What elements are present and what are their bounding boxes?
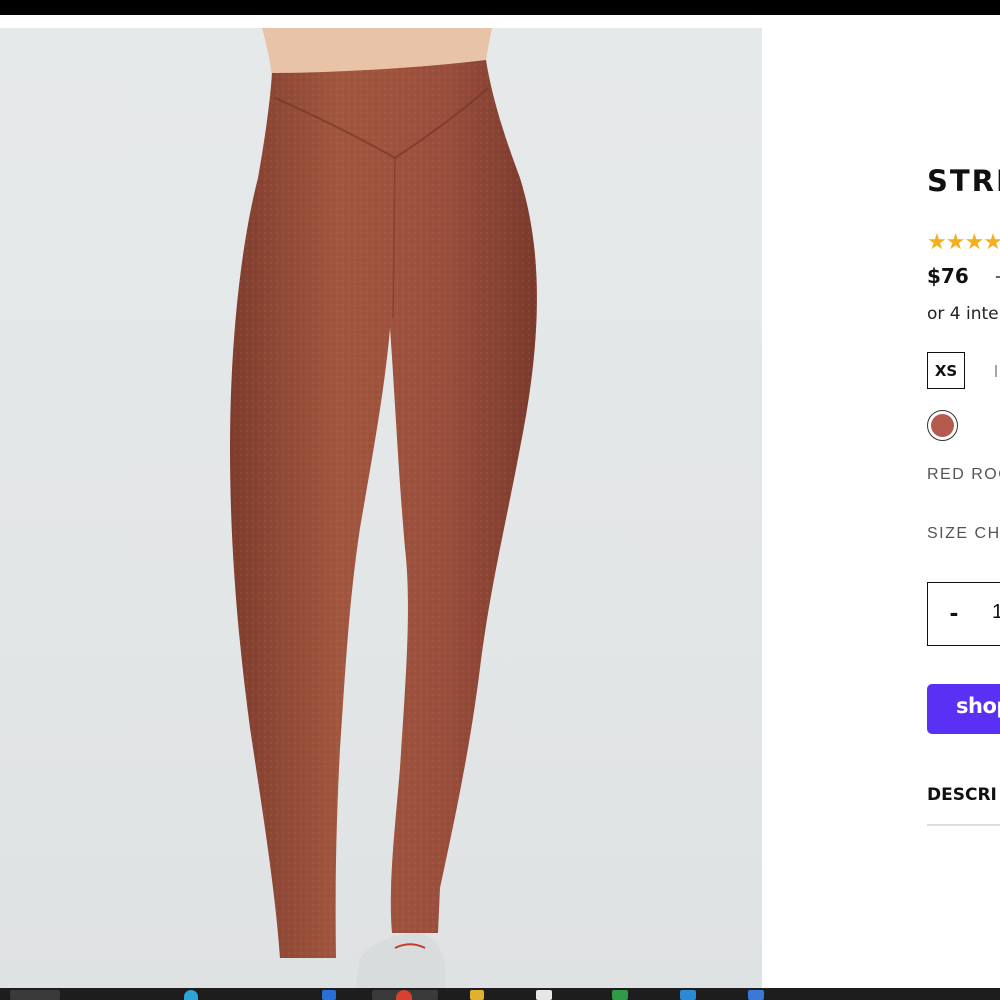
app-icon[interactable]	[612, 990, 628, 1000]
leggings-photo	[230, 28, 537, 988]
taskbar	[0, 988, 1000, 1000]
quantity-input[interactable]: 1	[992, 601, 1000, 624]
quantity-decrease-button[interactable]: -	[944, 597, 964, 628]
app-icon[interactable]	[470, 990, 484, 1000]
price-row: $76 –	[927, 264, 1000, 288]
product-image[interactable]	[0, 28, 762, 988]
chrome-icon[interactable]	[396, 990, 412, 1000]
search-icon[interactable]	[10, 990, 60, 1000]
shop-pay-label: shop	[956, 694, 1000, 718]
compare-price: –	[996, 264, 1000, 288]
app-icon[interactable]	[536, 990, 552, 1000]
product-price: $76	[927, 264, 969, 288]
app-icon[interactable]	[680, 990, 696, 1000]
app-icon[interactable]	[322, 990, 336, 1000]
size-option-xs[interactable]: XS	[927, 352, 965, 389]
product-info-panel: STRE ★★★★ $76 – or 4 inte XS RED ROC SIZ…	[927, 0, 1000, 1000]
app-icon[interactable]	[748, 990, 764, 1000]
color-name: RED ROC	[927, 466, 1000, 483]
color-swatch[interactable]	[927, 410, 958, 441]
size-option-next[interactable]	[993, 360, 1000, 380]
description-tab[interactable]: DESCRI	[927, 785, 997, 805]
browser-top-bar	[0, 0, 1000, 15]
product-title: STRE	[927, 164, 1000, 198]
rating-stars[interactable]: ★★★★	[927, 229, 1000, 255]
divider	[927, 824, 1000, 826]
color-swatch-dot	[931, 414, 954, 437]
installments-text: or 4 inte	[927, 304, 999, 324]
quantity-stepper: - 1	[927, 582, 1000, 646]
size-chart-link[interactable]: SIZE CH	[927, 525, 1000, 543]
app-icon[interactable]	[184, 990, 198, 1000]
shop-pay-button[interactable]: shop	[927, 684, 1000, 734]
